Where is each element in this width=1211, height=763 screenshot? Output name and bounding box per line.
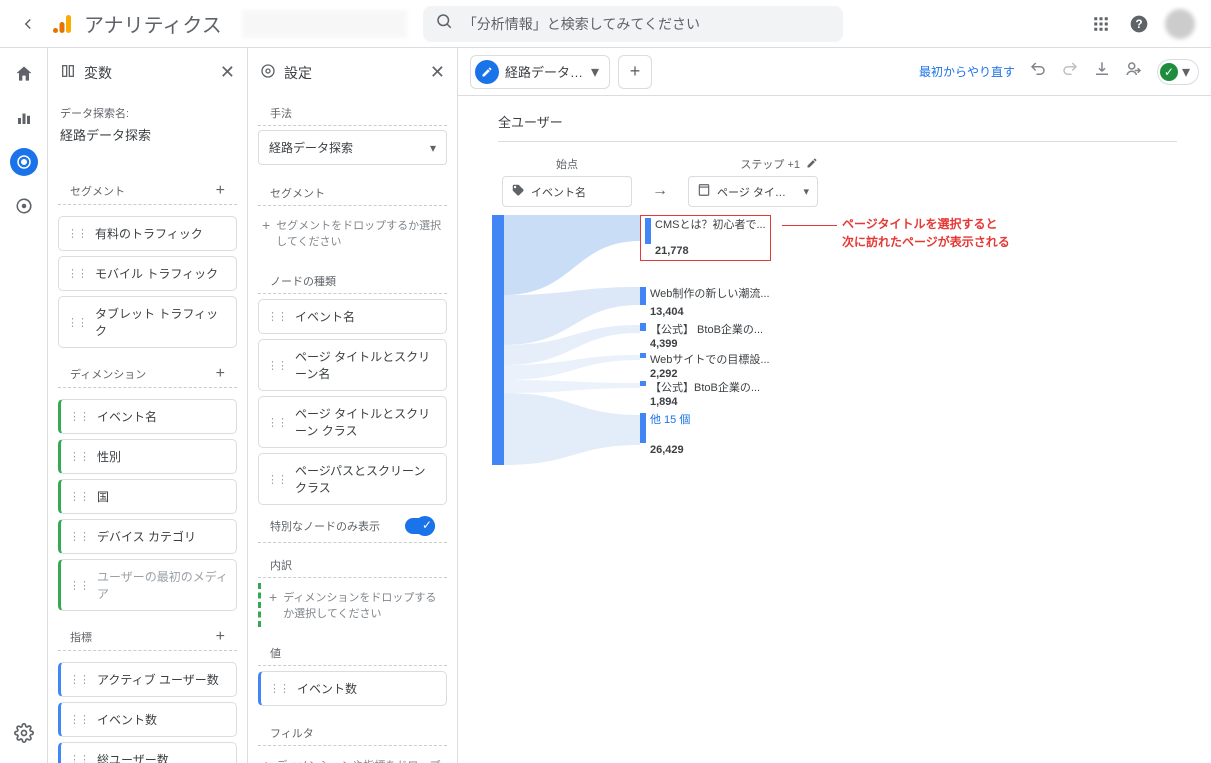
step-label: ステップ +1 xyxy=(688,156,818,172)
search-bar[interactable]: 「分析情報」と検索してみてください xyxy=(423,6,843,42)
user-avatar[interactable] xyxy=(1165,9,1195,39)
unique-nodes-label: 特別なノードのみ表示 xyxy=(270,518,380,534)
breakdown-dropzone[interactable]: +ディメンションをドロップするか選択してください xyxy=(258,583,447,627)
add-dimension-icon[interactable]: + xyxy=(216,365,225,383)
metric-chip[interactable]: ⋮⋮イベント数 xyxy=(58,702,237,737)
segments-label: セグメント xyxy=(70,183,125,199)
ga-logo-icon xyxy=(52,12,76,36)
status-pill[interactable]: ✓▾ xyxy=(1157,59,1199,85)
metric-chip[interactable]: ⋮⋮アクティブ ユーザー数 xyxy=(58,662,237,697)
dimension-chip[interactable]: ⋮⋮デバイス カテゴリ xyxy=(58,519,237,554)
dimension-chip[interactable]: ⋮⋮イベント名 xyxy=(58,399,237,434)
settings-title: 設定 xyxy=(284,63,312,83)
filter-dropzone[interactable]: +ディメンションや指標をドロップするか選択してください xyxy=(258,751,447,763)
back-arrow-icon[interactable] xyxy=(16,12,40,36)
nodetype-label: ノードの種類 xyxy=(258,265,447,294)
annotation-line xyxy=(782,225,837,226)
tag-icon xyxy=(511,183,525,200)
settings-panel: 設定 ✕ 手法 経路データ探索▾ セグメント +セグメントをドロップするか選択し… xyxy=(248,48,458,763)
exp-name[interactable]: 経路データ探索 xyxy=(48,125,247,154)
nodetype-chip[interactable]: ⋮⋮ページ タイトルとスクリーン クラス xyxy=(258,396,447,448)
metric-chip[interactable]: ⋮⋮総ユーザー数 xyxy=(58,742,237,763)
status-check-icon: ✓ xyxy=(1160,63,1178,81)
top-header: アナリティクス 「分析情報」と検索してみてください ? xyxy=(0,0,1211,48)
segments-dropzone[interactable]: +セグメントをドロップするか選択してください xyxy=(258,211,447,255)
dimensions-label: ディメンション xyxy=(70,366,146,382)
path-node[interactable]: 他 15 個26,429 xyxy=(640,413,690,457)
undo-icon[interactable] xyxy=(1029,60,1047,83)
redo-icon xyxy=(1061,60,1079,83)
tab-name: 経路データ探... xyxy=(505,62,585,81)
close-settings-icon[interactable]: ✕ xyxy=(430,62,445,83)
sankey-chart: session_start 70,197 CMSとは？初心者で...21,778… xyxy=(492,215,1187,475)
breakdown-label: 内訳 xyxy=(258,549,447,578)
start-label: 始点 xyxy=(502,156,632,172)
add-segment-icon[interactable]: + xyxy=(216,182,225,200)
filter-label: フィルタ xyxy=(258,717,447,746)
exploration-tab[interactable]: 経路データ探... ▾ xyxy=(470,55,610,89)
unique-nodes-toggle[interactable]: ✓ xyxy=(405,518,435,534)
path-node[interactable]: 【公式】BtoB企業の...1,894 xyxy=(640,381,760,410)
dimension-chip[interactable]: ⋮⋮国 xyxy=(58,479,237,514)
exp-name-label: データ探索名: xyxy=(48,97,247,125)
search-icon xyxy=(435,12,453,35)
technique-select[interactable]: 経路データ探索▾ xyxy=(258,130,447,165)
segment-chip[interactable]: ⋮⋮モバイル トラフィック xyxy=(58,256,237,291)
dimension-chip[interactable]: ⋮⋮性別 xyxy=(58,439,237,474)
explore-icon[interactable] xyxy=(10,148,38,176)
close-vars-icon[interactable]: ✕ xyxy=(220,62,235,83)
canvas: 経路データ探... ▾ + 最初からやり直す ✓▾ 全ユーザー 始点 xyxy=(458,48,1211,763)
page-icon xyxy=(697,183,711,200)
seg-label2: セグメント xyxy=(258,177,447,206)
reports-icon[interactable] xyxy=(10,104,38,132)
add-metric-icon[interactable]: + xyxy=(216,628,225,646)
path-node[interactable]: Web制作の新しい潮流...13,404 xyxy=(640,287,770,319)
start-node-select[interactable]: イベント名 xyxy=(502,176,632,207)
start-over-link[interactable]: 最初からやり直す xyxy=(919,63,1015,80)
add-tab-button[interactable]: + xyxy=(618,55,652,89)
download-icon[interactable] xyxy=(1093,60,1111,83)
start-bar[interactable] xyxy=(492,215,504,465)
settings-panel-icon xyxy=(260,63,276,82)
tab-caret-icon[interactable]: ▾ xyxy=(591,62,599,82)
vars-title: 変数 xyxy=(84,63,112,83)
flow-paths xyxy=(504,215,644,475)
dimension-chip-disabled: ⋮⋮ユーザーの最初のメディア xyxy=(58,559,237,611)
svg-text:?: ? xyxy=(1135,18,1142,31)
home-icon[interactable] xyxy=(10,60,38,88)
path-node[interactable]: Webサイトでの目標設...2,292 xyxy=(640,353,770,382)
canvas-toolbar: 経路データ探... ▾ + 最初からやり直す ✓▾ xyxy=(458,48,1211,96)
step-node-select[interactable]: ページ タイトルとスク... ▾ xyxy=(688,176,818,207)
technique-label: 手法 xyxy=(258,97,447,126)
path-node[interactable]: 【公式】 BtoB企業の...4,399 xyxy=(640,323,763,352)
settings-icon[interactable] xyxy=(10,719,38,747)
values-chip[interactable]: ⋮⋮イベント数 xyxy=(258,671,447,706)
annotation-text: ページタイトルを選択すると 次に訪れたページが表示される xyxy=(842,215,1010,251)
vars-icon xyxy=(60,63,76,82)
variables-panel: 変数 ✕ データ探索名: 経路データ探索 セグメント + ⋮⋮有料のトラフィック ⋮… xyxy=(48,48,248,763)
metrics-label: 指標 xyxy=(70,629,92,645)
values-label: 値 xyxy=(258,637,447,666)
segment-chip[interactable]: ⋮⋮タブレット トラフィック xyxy=(58,296,237,348)
app-title: アナリティクス xyxy=(84,9,222,38)
advertising-icon[interactable] xyxy=(10,192,38,220)
property-name-blurred xyxy=(242,10,407,38)
edit-tab-icon[interactable] xyxy=(475,60,499,84)
apps-icon[interactable] xyxy=(1089,12,1113,36)
segment-chip[interactable]: ⋮⋮有料のトラフィック xyxy=(58,216,237,251)
unique-nodes-row: 特別なノードのみ表示 ✓ xyxy=(258,510,447,543)
nodetype-chip[interactable]: ⋮⋮ページパスとスクリーン クラス xyxy=(258,453,447,505)
edit-step-icon[interactable] xyxy=(806,157,818,172)
help-icon[interactable]: ? xyxy=(1127,12,1151,36)
share-icon[interactable] xyxy=(1125,60,1143,83)
nodetype-chip[interactable]: ⋮⋮ページ タイトルとスクリーン名 xyxy=(258,339,447,391)
arrow-right-icon: → xyxy=(652,182,668,200)
search-placeholder: 「分析情報」と検索してみてください xyxy=(463,14,700,34)
left-nav-rail xyxy=(0,48,48,763)
all-users-label: 全ユーザー xyxy=(498,112,1177,142)
path-node[interactable]: CMSとは？初心者で...21,778 xyxy=(640,215,771,261)
nodetype-chip[interactable]: ⋮⋮イベント名 xyxy=(258,299,447,334)
